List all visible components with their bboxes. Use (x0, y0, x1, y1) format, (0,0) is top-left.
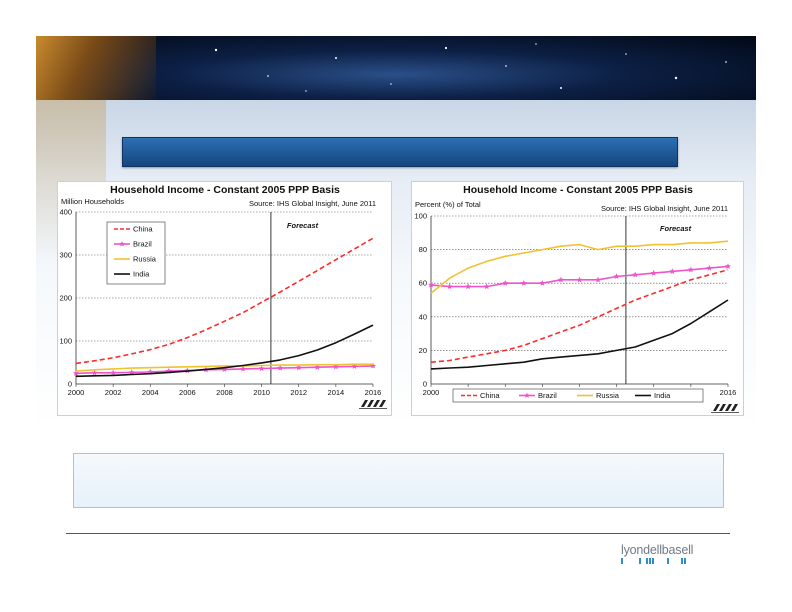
x-tick-label: 2006 (179, 388, 196, 397)
forecast-annotation: Forecast (287, 221, 319, 230)
y-tick-label: 80 (419, 245, 427, 254)
y-tick-label: 300 (59, 251, 72, 260)
y-tick-label: 200 (59, 294, 72, 303)
legend-label-china: China (480, 391, 500, 400)
data-point-brazil (539, 280, 546, 286)
data-point-brazil (613, 273, 620, 280)
legend-label-india: India (654, 391, 671, 400)
y-tick-label: 400 (59, 208, 72, 217)
series-line-india (430, 299, 729, 370)
slide-title-bar (122, 137, 678, 167)
series-line-china (430, 269, 729, 363)
logo-bars (621, 558, 701, 565)
x-tick-label: 2004 (142, 388, 159, 397)
y-tick-label: 40 (419, 312, 427, 321)
company-logo: lyondellbasell (621, 543, 701, 565)
data-point-brazil (650, 269, 657, 276)
chart-source: Source: IHS Global Insight, June 2011 (249, 199, 376, 208)
source-logo-mark (361, 400, 386, 407)
logo-wordmark: lyondellbasell (621, 543, 694, 557)
series-line-brazil (430, 265, 729, 288)
x-tick-label: 2014 (328, 388, 345, 397)
chart-title: Household Income - Constant 2005 PPP Bas… (110, 184, 340, 196)
chart-panel-percent-of-total: Household Income - Constant 2005 PPP Bas… (411, 181, 744, 416)
caption-box (73, 453, 724, 508)
legend-label-russia: Russia (133, 255, 157, 264)
y-axis-label: Million Households (61, 197, 124, 206)
x-tick-label: 2002 (105, 388, 122, 397)
y-axis-label: Percent (%) of Total (415, 200, 481, 209)
data-point-brazil (502, 280, 509, 286)
data-point-brazil (557, 276, 564, 283)
x-tick-label: 2010 (253, 388, 270, 397)
chart-million-households: Household Income - Constant 2005 PPP Bas… (59, 184, 387, 409)
y-tick-label: 20 (419, 346, 427, 355)
data-point-brazil (446, 283, 453, 290)
chart-title: Household Income - Constant 2005 PPP Bas… (463, 184, 693, 196)
header-banner (36, 36, 756, 100)
y-tick-label: 60 (419, 279, 427, 288)
legend-label-brazil: Brazil (133, 240, 152, 249)
x-tick-label: 2016 (365, 388, 382, 397)
data-point-brazil (706, 264, 713, 271)
star-field (214, 43, 727, 92)
source-logo-mark (713, 404, 738, 411)
legend-label-brazil: Brazil (538, 391, 557, 400)
x-tick-label: 2012 (290, 388, 307, 397)
y-tick-label: 100 (414, 212, 427, 221)
data-point-brazil (725, 263, 731, 269)
data-point-brazil (595, 276, 602, 283)
chart-percent-of-total: Household Income - Constant 2005 PPP Bas… (414, 184, 739, 413)
footer-rule (66, 533, 730, 534)
chart-source: Source: IHS Global Insight, June 2011 (601, 204, 728, 213)
legend-label-india: India (133, 270, 150, 279)
data-point-brazil (465, 283, 472, 290)
data-point-brazil (632, 271, 639, 278)
legend-label-russia: Russia (596, 391, 620, 400)
x-tick-label: 2000 (68, 388, 85, 397)
chart-panel-million-households: Household Income - Constant 2005 PPP Bas… (57, 181, 392, 416)
data-point-brazil (483, 283, 490, 290)
data-point-brazil (687, 266, 694, 273)
x-tick-label: 2000 (423, 388, 440, 397)
data-point-brazil (669, 268, 676, 274)
y-tick-label: 100 (59, 337, 72, 346)
x-tick-label: 2008 (216, 388, 233, 397)
legend-label-china: China (133, 225, 153, 234)
x-tick-label: 2016 (720, 388, 737, 397)
forecast-annotation: Forecast (660, 224, 692, 233)
data-point-brazil (576, 276, 583, 283)
data-point-brazil (520, 280, 527, 286)
series-line-russia (430, 240, 729, 294)
